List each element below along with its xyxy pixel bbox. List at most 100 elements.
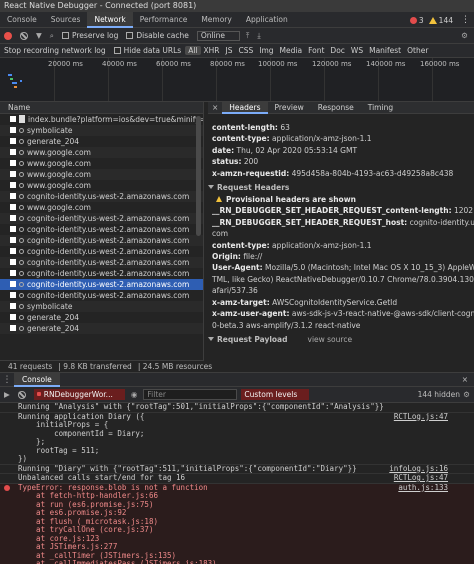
- tab-timing[interactable]: Timing: [361, 102, 400, 114]
- request-row[interactable]: cognito-identity.us-west-2.amazonaws.com: [0, 246, 203, 257]
- settings-gear-icon[interactable]: ⚙: [461, 31, 468, 40]
- request-row[interactable]: cognito-identity.us-west-2.amazonaws.com: [0, 290, 203, 301]
- request-headers-title: Request Headers: [217, 183, 290, 193]
- request-checkbox-icon: [10, 204, 16, 210]
- more-menu-icon[interactable]: ⋮: [461, 15, 470, 25]
- tab-performance[interactable]: Performance: [133, 12, 195, 28]
- throttle-select[interactable]: Online: [196, 30, 241, 41]
- more-tools-icon[interactable]: ⋮: [0, 375, 14, 385]
- request-checkbox-icon: [10, 149, 16, 155]
- chevron-down-icon: [208, 185, 214, 190]
- tab-network[interactable]: Network: [87, 11, 133, 28]
- request-row[interactable]: cognito-identity.us-west-2.amazonaws.com: [0, 257, 203, 268]
- console-filter-input[interactable]: Filter: [143, 389, 238, 400]
- filter-font[interactable]: Font: [305, 46, 327, 55]
- request-row[interactable]: cognito-identity.us-west-2.amazonaws.com: [0, 191, 203, 202]
- header-row: x-amz-target: AWSCognitoIdentityService.…: [208, 297, 474, 308]
- upload-icon[interactable]: ⤒: [246, 31, 249, 41]
- request-row[interactable]: www.google.com: [0, 147, 203, 158]
- request-checkbox-icon: [10, 303, 16, 309]
- request-row[interactable]: www.google.com: [0, 158, 203, 169]
- tab-drawer-console[interactable]: Console: [14, 372, 60, 387]
- request-row[interactable]: symbolicate: [0, 125, 203, 136]
- clear-console-icon[interactable]: [17, 390, 26, 399]
- filter-other[interactable]: Other: [404, 46, 431, 55]
- tab-headers[interactable]: Headers: [222, 102, 268, 114]
- eye-icon[interactable]: ◉: [131, 390, 138, 399]
- request-row[interactable]: generate_204: [0, 312, 203, 323]
- tab-sources[interactable]: Sources: [44, 12, 88, 28]
- request-list-scrollbar[interactable]: [196, 116, 201, 236]
- console-source-link[interactable]: RCTLog.js:47: [394, 473, 448, 483]
- warning-icon: [216, 196, 222, 203]
- network-overview-timeline[interactable]: 20000 ms 40000 ms 60000 ms 80000 ms 1000…: [0, 58, 474, 102]
- tab-console[interactable]: Console: [0, 12, 44, 28]
- sidebar-toggle-icon[interactable]: ▶: [4, 390, 10, 399]
- filter-manifest[interactable]: Manifest: [366, 46, 404, 55]
- filter-xhr[interactable]: XHR: [201, 46, 223, 55]
- request-payload-section[interactable]: Request Payload view source: [208, 334, 474, 346]
- search-icon[interactable]: ⌕: [50, 31, 54, 41]
- filter-ws[interactable]: WS: [348, 46, 366, 55]
- request-row[interactable]: cognito-identity.us-west-2.amazonaws.com: [0, 279, 203, 290]
- close-icon[interactable]: ×: [208, 103, 222, 112]
- request-name: cognito-identity.us-west-2.amazonaws.com: [27, 192, 190, 201]
- request-row[interactable]: cognito-identity.us-west-2.amazonaws.com: [0, 224, 203, 235]
- console-source-link[interactable]: RCTLog.js:47: [394, 412, 448, 422]
- console-source-link[interactable]: infoLog.js:16: [389, 464, 448, 474]
- console-source-link[interactable]: auth.js:133: [398, 483, 448, 493]
- tab-memory[interactable]: Memory: [194, 12, 239, 28]
- record-icon[interactable]: [4, 31, 12, 40]
- filter-img[interactable]: Img: [256, 46, 276, 55]
- download-icon[interactable]: ⤓: [257, 31, 260, 41]
- request-row[interactable]: cognito-identity.us-west-2.amazonaws.com: [0, 213, 203, 224]
- clear-icon[interactable]: [20, 31, 28, 40]
- request-row[interactable]: www.google.com: [0, 169, 203, 180]
- request-headers-section[interactable]: Request Headers: [208, 182, 474, 194]
- view-source-link[interactable]: view source: [308, 335, 353, 344]
- stop-recording-label[interactable]: Stop recording network log: [4, 46, 106, 55]
- gear-icon: [19, 139, 24, 144]
- timeline-tick: 140000 ms: [366, 60, 406, 68]
- close-drawer-icon[interactable]: ×: [462, 375, 468, 384]
- filter-doc[interactable]: Doc: [327, 46, 348, 55]
- request-row[interactable]: www.google.com: [0, 202, 203, 213]
- filter-media[interactable]: Media: [277, 46, 306, 55]
- log-levels-select[interactable]: Custom levels: [241, 389, 310, 400]
- tab-application[interactable]: Application: [239, 12, 295, 28]
- preserve-log-checkbox[interactable]: [61, 32, 69, 39]
- header-row: content-type: application/x-amz-json-1.1: [208, 240, 474, 251]
- request-row[interactable]: generate_204: [0, 136, 203, 147]
- header-row: User-Agent: Mozilla/5.0 (Macintosh; Inte…: [208, 262, 474, 273]
- context-select[interactable]: RNDebuggerWor...: [33, 389, 125, 400]
- request-checkbox-icon: [10, 292, 16, 298]
- gear-icon: [19, 304, 24, 309]
- request-row[interactable]: generate_204: [0, 323, 203, 334]
- name-column-header[interactable]: Name: [0, 102, 203, 114]
- gear-icon: [19, 238, 24, 243]
- header-key: content-type:: [212, 134, 270, 144]
- gear-icon: [19, 260, 24, 265]
- filter-css[interactable]: CSS: [236, 46, 257, 55]
- disable-cache-checkbox[interactable]: [126, 32, 134, 39]
- warning-count[interactable]: 144: [439, 16, 453, 25]
- filter-all[interactable]: All: [185, 46, 201, 55]
- hide-data-urls-checkbox[interactable]: [113, 47, 121, 54]
- filter-funnel-icon[interactable]: ▼: [36, 31, 42, 40]
- timeline-tick: 40000 ms: [102, 60, 137, 68]
- tab-response[interactable]: Response: [311, 102, 361, 114]
- error-count[interactable]: 3: [419, 16, 424, 25]
- filter-js[interactable]: JS: [223, 46, 236, 55]
- request-row[interactable]: cognito-identity.us-west-2.amazonaws.com: [0, 268, 203, 279]
- tab-preview[interactable]: Preview: [268, 102, 311, 114]
- request-row[interactable]: cognito-identity.us-west-2.amazonaws.com: [0, 235, 203, 246]
- request-row[interactable]: index.bundle?platform=ios&dev=true&minif…: [0, 114, 203, 125]
- console-settings-gear-icon[interactable]: ⚙: [463, 390, 470, 399]
- request-row[interactable]: symbolicate: [0, 301, 203, 312]
- gear-icon: [19, 194, 24, 199]
- header-key: x-amz-user-agent:: [212, 309, 290, 319]
- header-value: application/x-amz-json-1.1: [271, 240, 372, 250]
- request-row[interactable]: www.google.com: [0, 180, 203, 191]
- header-row: __RN_DEBUGGER_SET_HEADER_REQUEST_host: c…: [208, 217, 474, 228]
- header-key: User-Agent:: [212, 263, 263, 273]
